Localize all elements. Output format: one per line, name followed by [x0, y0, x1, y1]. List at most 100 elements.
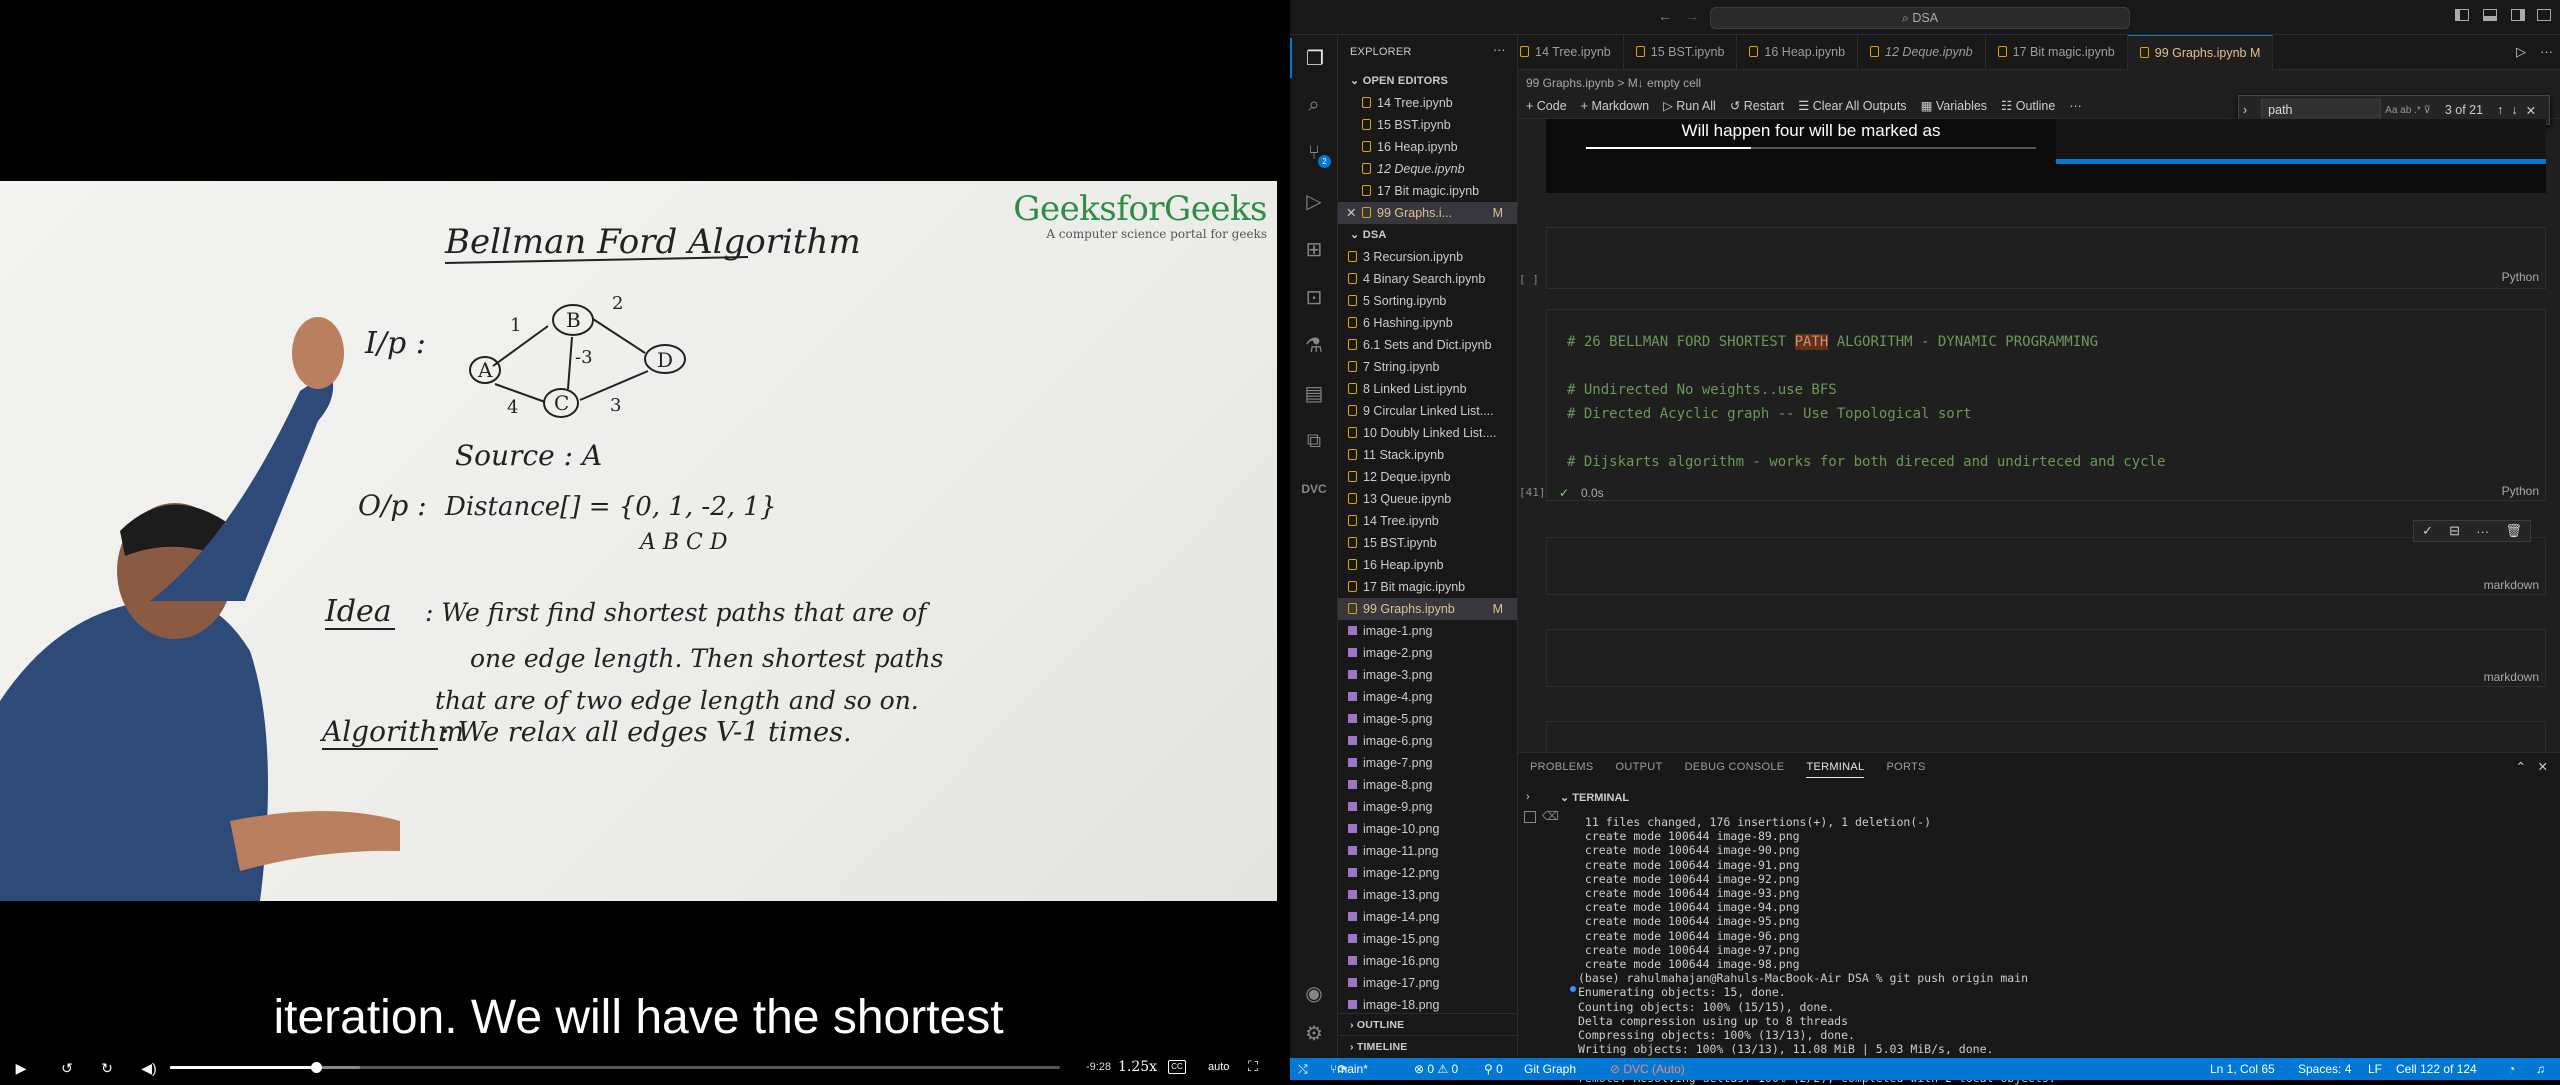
code-cell-empty[interactable]: [ ] Python: [1519, 227, 2546, 289]
file-tree-item[interactable]: 4 Binary Search.ipynb: [1338, 268, 1517, 290]
editor-tab[interactable]: 15 BST.ipynb: [1624, 35, 1738, 70]
explorer-more-icon[interactable]: ···: [1493, 43, 1506, 57]
editor-tab[interactable]: 14 Tree.ipynb: [1518, 35, 1624, 70]
file-tree-item[interactable]: 8 Linked List.ipynb: [1338, 378, 1517, 400]
cell-language[interactable]: markdown: [2484, 670, 2539, 684]
volume-icon[interactable]: ◀): [136, 1056, 162, 1080]
dvc-icon[interactable]: DVC: [1290, 469, 1338, 509]
sync-activity-icon[interactable]: ◔: [2508, 1058, 2515, 1080]
file-tree-item[interactable]: image-13.png: [1338, 884, 1517, 906]
branch-status[interactable]: ⑂ main* ⟳: [1330, 1058, 1368, 1080]
panel-tab-output[interactable]: OUTPUT: [1616, 761, 1663, 778]
outline-section[interactable]: › OUTLINE: [1338, 1013, 1517, 1036]
file-tree-item[interactable]: image-5.png: [1338, 708, 1517, 730]
file-tree-item[interactable]: 10 Doubly Linked List....: [1338, 422, 1517, 444]
indent-status[interactable]: Spaces: 4: [2298, 1058, 2351, 1080]
file-tree-item[interactable]: 6.1 Sets and Dict.ipynb: [1338, 334, 1517, 356]
open-editor-item[interactable]: 12 Deque.ipynb: [1338, 158, 1517, 180]
file-tree-item[interactable]: 16 Heap.ipynb: [1338, 554, 1517, 576]
variables-button[interactable]: ▦ Variables: [1921, 98, 1987, 113]
command-center[interactable]: ⌕ DSA: [1710, 7, 2130, 29]
run-debug-icon[interactable]: ▷: [1290, 181, 1338, 221]
cell-language[interactable]: Python: [2502, 270, 2539, 284]
extensions-icon[interactable]: ⊞: [1290, 229, 1338, 269]
toggle-secondary-sidebar-icon[interactable]: [2511, 9, 2525, 21]
problems-status[interactable]: ⊗ 0 ⚠ 0: [1414, 1058, 1458, 1080]
remote-explorer-icon[interactable]: ⊡: [1290, 277, 1338, 317]
file-tree-item[interactable]: image-12.png: [1338, 862, 1517, 884]
panel-tab-terminal[interactable]: TERMINAL: [1806, 761, 1865, 778]
open-editor-item[interactable]: 16 Heap.ipynb: [1338, 136, 1517, 158]
file-tree-item[interactable]: 6 Hashing.ipynb: [1338, 312, 1517, 334]
jupyter-icon[interactable]: ⧉: [1290, 421, 1338, 461]
settings-gear-icon[interactable]: ⚙: [1290, 1013, 1338, 1053]
file-tree-item[interactable]: image-8.png: [1338, 774, 1517, 796]
open-editor-item[interactable]: 17 Bit magic.ipynb: [1338, 180, 1517, 202]
file-tree-item[interactable]: image-6.png: [1338, 730, 1517, 752]
markdown-cell-2[interactable]: markdown: [1546, 629, 2546, 687]
notifications-icon[interactable]: ♫: [2536, 1058, 2545, 1080]
open-editor-item[interactable]: 14 Tree.ipynb: [1338, 92, 1517, 114]
file-tree-item[interactable]: image-10.png: [1338, 818, 1517, 840]
more-actions-icon[interactable]: ···: [2540, 44, 2553, 59]
cell-more-icon[interactable]: ···: [2476, 524, 2489, 539]
fullscreen-icon[interactable]: ⛶: [1248, 1058, 1258, 1075]
toggle-sidebar-icon[interactable]: [2455, 9, 2469, 21]
cursor-position[interactable]: Ln 1, Col 65: [2210, 1058, 2275, 1080]
expand-icon[interactable]: ›: [1526, 791, 1530, 803]
forward-icon[interactable]: ↻: [94, 1056, 120, 1080]
back-icon[interactable]: ←: [1658, 8, 1672, 24]
file-tree-item[interactable]: image-16.png: [1338, 950, 1517, 972]
quality-button[interactable]: auto: [1208, 1061, 1229, 1073]
split-cell-icon[interactable]: ⊟: [2449, 523, 2460, 539]
find-next-icon[interactable]: ↓: [2511, 103, 2517, 117]
file-tree-item[interactable]: 17 Bit magic.ipynb: [1338, 576, 1517, 598]
cell-language[interactable]: Python: [2502, 484, 2539, 498]
markdown-cell-1[interactable]: ✓ ⊟ ··· 🗑 markdown: [1546, 520, 2546, 595]
captions-icon[interactable]: CC: [1168, 1060, 1186, 1074]
explorer-icon[interactable]: ❐: [1290, 38, 1338, 78]
file-tree-item[interactable]: 5 Sorting.ipynb: [1338, 290, 1517, 312]
delete-cell-icon[interactable]: 🗑: [2505, 523, 2522, 539]
file-tree-item[interactable]: 11 Stack.ipynb: [1338, 444, 1517, 466]
panel-tab-problems[interactable]: PROBLEMS: [1530, 761, 1594, 778]
file-tree-item[interactable]: 12 Deque.ipynb: [1338, 466, 1517, 488]
close-icon[interactable]: ✕: [1346, 202, 1356, 224]
source-control-icon[interactable]: ⑂ 2: [1290, 133, 1338, 173]
docker-icon[interactable]: ▤: [1290, 373, 1338, 413]
file-tree-item[interactable]: image-15.png: [1338, 928, 1517, 950]
editor-tab[interactable]: 12 Deque.ipynb: [1858, 35, 1986, 70]
search-icon[interactable]: ⌕: [1290, 85, 1338, 125]
eol-status[interactable]: LF: [2368, 1058, 2382, 1080]
close-panel-icon[interactable]: ✕: [2538, 759, 2548, 774]
forward-nav-icon[interactable]: →: [1685, 8, 1699, 24]
find-expand-icon[interactable]: ›: [2243, 103, 2247, 117]
editor-tab[interactable]: 99 Graphs.ipynb M: [2127, 35, 2274, 70]
file-tree-item[interactable]: 9 Circular Linked List....: [1338, 400, 1517, 422]
timeline-section[interactable]: › TIMELINE: [1338, 1035, 1517, 1058]
file-tree-item[interactable]: image-11.png: [1338, 840, 1517, 862]
clear-outputs-button[interactable]: ☰ Clear All Outputs: [1798, 98, 1906, 113]
open-editor-item[interactable]: ✕ 99 Graphs.i... M: [1338, 202, 1517, 224]
trash-icon[interactable]: ⌫: [1542, 809, 1559, 823]
terminal-section-title[interactable]: ⌄ TERMINAL: [1560, 791, 1629, 804]
find-options-icon[interactable]: Aa ab .* ⊽: [2385, 105, 2431, 116]
panel-tab-ports[interactable]: PORTS: [1886, 761, 1925, 778]
file-tree-item[interactable]: 13 Queue.ipynb: [1338, 488, 1517, 510]
find-close-icon[interactable]: ✕: [2526, 103, 2536, 118]
video-player[interactable]: Bellman Ford Algorithm I/p : A B C D 1 2…: [0, 0, 1290, 1080]
play-icon[interactable]: ▶: [8, 1056, 34, 1080]
toolbar-more-button[interactable]: ···: [2069, 99, 2082, 113]
accounts-icon[interactable]: ◉: [1290, 973, 1338, 1013]
run-all-button[interactable]: ▷ Run All: [1663, 98, 1716, 113]
check-icon[interactable]: ✓: [2422, 523, 2433, 539]
remote-icon[interactable]: ⤭: [1298, 1058, 1308, 1080]
terminal-tab-icon[interactable]: [1524, 811, 1536, 823]
file-tree-item[interactable]: 7 String.ipynb: [1338, 356, 1517, 378]
rewind-icon[interactable]: ↺: [54, 1056, 80, 1080]
terminal-output[interactable]: 11 files changed, 176 insertions(+), 1 d…: [1578, 815, 2056, 1085]
outline-button[interactable]: ☷ Outline: [2001, 98, 2055, 113]
find-input[interactable]: path: [2261, 99, 2382, 121]
file-tree-item[interactable]: image-4.png: [1338, 686, 1517, 708]
add-code-button[interactable]: + Code: [1526, 99, 1567, 113]
